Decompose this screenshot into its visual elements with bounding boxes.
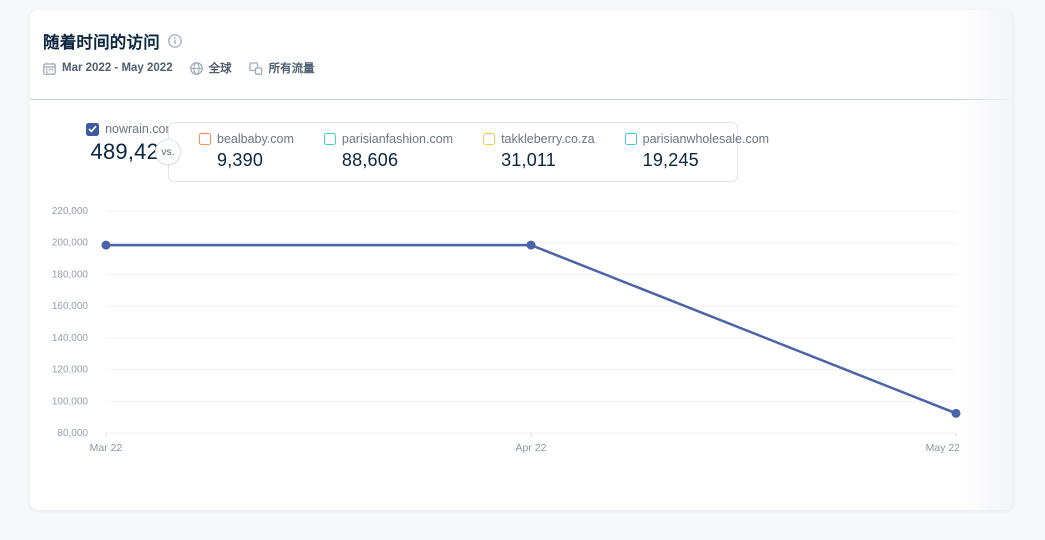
visits-over-time-card: 随着时间的访问 Mar 2022 - May 2022 全球 所有流量 nowr…: [30, 10, 1013, 510]
competitor-checkbox[interactable]: [199, 133, 211, 145]
competitor-item: parisianwholesale.com 19,245: [624, 132, 770, 171]
comparison-box: bealbaby.com 9,390 parisianfashion.com 8…: [168, 122, 769, 182]
competitor-value: 88,606: [341, 150, 399, 170]
competitor-domain-label: bealbaby.com: [217, 132, 294, 146]
svg-text:Mar 22: Mar 22: [90, 442, 123, 454]
traffic-label: 所有流量: [268, 63, 315, 75]
region-label: 全球: [208, 63, 232, 75]
traffic-channels-icon: [248, 61, 263, 75]
competitor-checkbox[interactable]: [483, 133, 496, 145]
svg-text:Apr 22: Apr 22: [516, 442, 547, 454]
date-range-filter: Mar 2022 - May 2022: [43, 62, 173, 75]
primary-domain-label: nowrain.com: [105, 122, 176, 136]
info-icon[interactable]: [168, 34, 182, 48]
svg-text:120,000: 120,000: [52, 365, 89, 376]
competitor-item: takkleberry.co.za 31,011: [483, 132, 595, 171]
page-title: 随着时间的访问: [43, 34, 160, 52]
region-filter: 全球: [189, 60, 232, 76]
svg-text:220,000: 220,000: [52, 206, 89, 217]
card-header: 随着时间的访问 Mar 2022 - May 2022 全球 所有流量: [30, 10, 1013, 100]
competitor-checkbox[interactable]: [323, 133, 336, 145]
competitor-domain-label: parisianwholesale.com: [642, 132, 770, 146]
competitor-checkbox[interactable]: [624, 133, 637, 145]
competitor-value: 19,245: [642, 150, 699, 170]
svg-text:80,000: 80,000: [57, 428, 88, 439]
analytics-page: 随着时间的访问 Mar 2022 - May 2022 全球 所有流量 nowr…: [0, 0, 1045, 540]
competitor-value: 9,390: [217, 150, 264, 170]
competitor-item: parisianfashion.com 88,606: [323, 132, 454, 171]
traffic-filter: 所有流量: [248, 60, 315, 76]
svg-text:100,000: 100,000: [52, 396, 89, 407]
competitor-value: 31,011: [501, 150, 556, 170]
svg-text:140,000: 140,000: [52, 333, 89, 344]
svg-text:180,000: 180,000: [52, 269, 89, 280]
vs-badge: vs.: [155, 139, 181, 165]
svg-text:160,000: 160,000: [52, 301, 89, 312]
visits-line-chart: 80,000 100,000 120,000 140,000 160,000 180,00…: [30, 195, 1013, 475]
svg-text:May 22: May 22: [926, 442, 961, 454]
competitor-domain-label: parisianfashion.com: [341, 132, 454, 146]
globe-icon: [189, 61, 203, 75]
primary-domain-checkbox[interactable]: [86, 122, 100, 136]
comparison-wrap: vs. bealbaby.com 9,390 parisianfashion.c…: [155, 122, 769, 182]
svg-text:200,000: 200,000: [52, 238, 89, 249]
competitor-item: bealbaby.com 9,390: [199, 132, 294, 171]
calendar-icon: [43, 62, 56, 75]
competitor-domain-label: takkleberry.co.za: [501, 132, 595, 146]
filters-row: Mar 2022 - May 2022 全球 所有流量: [43, 60, 315, 76]
date-range-label: Mar 2022 - May 2022: [62, 62, 173, 74]
